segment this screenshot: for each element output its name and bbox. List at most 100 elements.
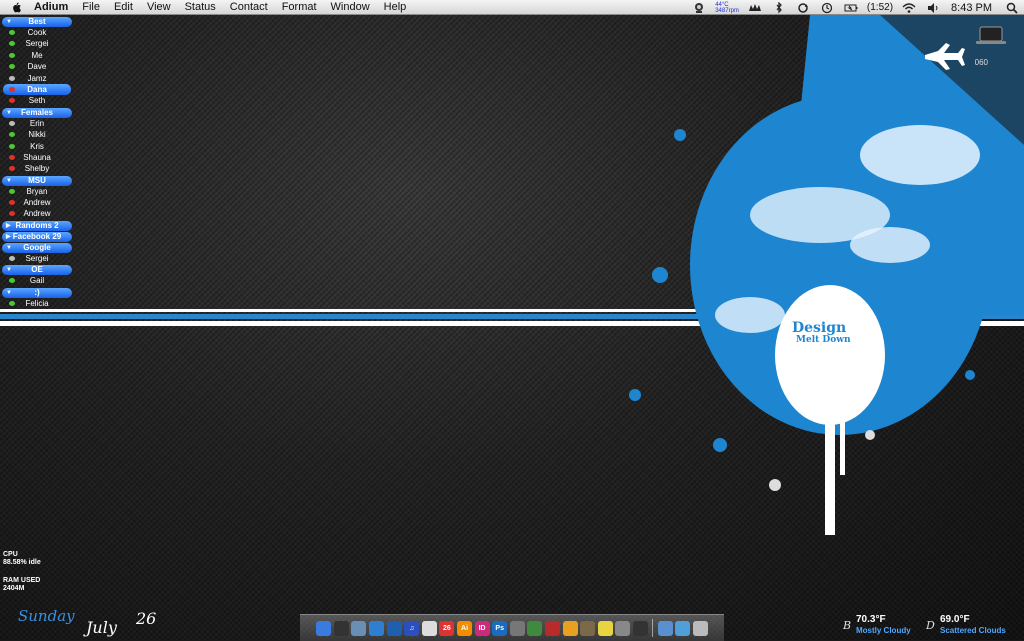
adium-duck-icon[interactable] — [692, 2, 706, 14]
status-red-icon — [9, 86, 15, 92]
menu-app-name[interactable]: Adium — [27, 0, 75, 15]
disclosure-down-icon[interactable]: ▼ — [6, 110, 12, 116]
menu-help[interactable]: Help — [377, 0, 414, 15]
date-month: July — [86, 618, 117, 637]
status-green-icon — [9, 300, 15, 306]
trash-icon[interactable] — [692, 620, 708, 636]
contact-item[interactable]: Seth — [0, 95, 74, 106]
disclosure-right-icon[interactable]: ▶ — [6, 234, 11, 240]
contact-group-header[interactable]: ▶ Facebook 29 — [2, 231, 72, 242]
contact-item[interactable]: Bryan — [0, 186, 74, 197]
dvd-player-icon[interactable] — [632, 620, 648, 636]
textedit-icon[interactable] — [562, 620, 578, 636]
contact-name: Sergei — [25, 253, 49, 263]
contact-item[interactable]: Sergei — [0, 38, 74, 49]
stickies-icon[interactable] — [597, 620, 613, 636]
finder-icon[interactable] — [316, 620, 332, 636]
contact-item[interactable]: Dana — [3, 83, 71, 96]
menu-view[interactable]: View — [140, 0, 178, 15]
menu-clock[interactable]: 8:43 PM — [951, 2, 992, 14]
photoshop-icon[interactable]: Ps — [492, 620, 508, 636]
contact-item[interactable]: Me — [0, 50, 74, 61]
contact-item[interactable]: Gail — [0, 275, 74, 286]
cpu-value: 88.58% idle — [3, 559, 41, 566]
iphoto-icon[interactable] — [580, 620, 596, 636]
contact-item[interactable]: Andrew — [0, 208, 74, 219]
applications-folder-icon[interactable] — [657, 620, 673, 636]
contact-group-name: MSU — [28, 175, 46, 185]
adium-icon[interactable] — [421, 620, 437, 636]
menu-contact[interactable]: Contact — [223, 0, 275, 15]
dock-separator — [652, 619, 654, 637]
disclosure-down-icon[interactable]: ▼ — [6, 178, 12, 184]
disclosure-down-icon[interactable]: ▼ — [6, 19, 12, 25]
disclosure-right-icon[interactable]: ▶ — [6, 223, 11, 229]
downloads-folder-icon[interactable] — [675, 620, 691, 636]
battery-time[interactable]: (1:52) — [867, 2, 893, 13]
time-machine-icon[interactable] — [820, 2, 834, 14]
contact-group-header[interactable]: ▼ Google — [2, 242, 72, 253]
contact-item[interactable]: Jamz — [0, 73, 74, 84]
contact-name: Me — [31, 50, 43, 60]
illustrator-icon[interactable]: Ai — [457, 620, 473, 636]
dashboard-icon[interactable] — [333, 620, 349, 636]
contact-item[interactable]: Cook — [0, 27, 74, 38]
contact-group-name: Randoms 2 — [15, 220, 59, 230]
contact-item[interactable]: Sergei — [0, 253, 74, 264]
pen-tool-icon[interactable] — [509, 620, 525, 636]
contact-group-header[interactable]: ▼:) — [2, 287, 72, 298]
bluetooth-icon[interactable] — [772, 1, 786, 14]
apple-menu-icon[interactable] — [11, 1, 22, 13]
crown-icon[interactable] — [748, 2, 762, 14]
ical-icon[interactable]: 26 — [439, 620, 455, 636]
dreamweaver-icon[interactable] — [527, 620, 543, 636]
contact-item[interactable]: Felicia — [0, 298, 74, 309]
menu-file[interactable]: File — [75, 0, 107, 15]
spotlight-search-icon[interactable] — [1005, 2, 1019, 14]
contact-group-header[interactable]: ▼ MSU — [2, 175, 72, 186]
sync-icon[interactable] — [796, 2, 810, 14]
weather-temp: 70.3°F — [856, 614, 886, 625]
menu-status[interactable]: Status — [178, 0, 223, 15]
contact-item[interactable]: Kris — [0, 141, 74, 152]
volume-icon[interactable] — [926, 2, 940, 14]
cpu-stat: CPU 88.58% idle — [3, 551, 41, 567]
preview-icon[interactable] — [351, 620, 367, 636]
contact-name: Cook — [27, 28, 47, 37]
contact-name: Seth — [28, 96, 46, 106]
contact-group-name: Females — [20, 107, 54, 117]
browser-icon[interactable] — [386, 620, 402, 636]
menu-edit[interactable]: Edit — [107, 0, 140, 15]
contact-item[interactable]: Nikki — [0, 129, 74, 140]
status-grey-icon — [9, 255, 15, 261]
contact-group-header[interactable]: ▼ Females — [2, 107, 72, 118]
status-red-icon — [9, 200, 15, 206]
contact-group-header[interactable]: ▶ Randoms 2 — [2, 220, 72, 231]
menu-window[interactable]: Window — [324, 0, 377, 15]
status-grey-icon — [9, 120, 15, 126]
menu-format[interactable]: Format — [275, 0, 324, 15]
system-preferences-icon[interactable] — [615, 620, 631, 636]
contact-name: Dana — [27, 84, 47, 94]
contact-group-header[interactable]: ▼ OE — [2, 265, 72, 276]
indesign-icon[interactable]: ID — [474, 620, 490, 636]
safari-icon[interactable] — [369, 620, 385, 636]
wifi-icon[interactable] — [902, 2, 916, 14]
weather-desc: Scattered Clouds — [940, 626, 1006, 635]
contact-item[interactable]: Dave — [0, 61, 74, 72]
photo-booth-icon[interactable] — [544, 620, 560, 636]
disclosure-down-icon[interactable]: ▼ — [6, 290, 12, 296]
moon-icon: B — [843, 619, 852, 632]
contact-name: Nikki — [28, 130, 46, 140]
disclosure-down-icon[interactable]: ▼ — [6, 267, 12, 273]
contact-item[interactable]: Shauna — [0, 152, 74, 163]
disclosure-down-icon[interactable]: ▼ — [6, 245, 12, 251]
battery-icon[interactable] — [844, 2, 858, 14]
contact-item[interactable]: Shelby — [0, 163, 74, 174]
itunes-icon[interactable]: ♫ — [404, 620, 420, 636]
contact-group-name: Google — [23, 242, 51, 252]
contact-item[interactable]: Andrew — [0, 197, 74, 208]
status-green-icon — [9, 143, 15, 149]
contact-group-header[interactable]: ▼ Best — [2, 17, 72, 27]
contact-item[interactable]: Erin — [0, 118, 74, 129]
